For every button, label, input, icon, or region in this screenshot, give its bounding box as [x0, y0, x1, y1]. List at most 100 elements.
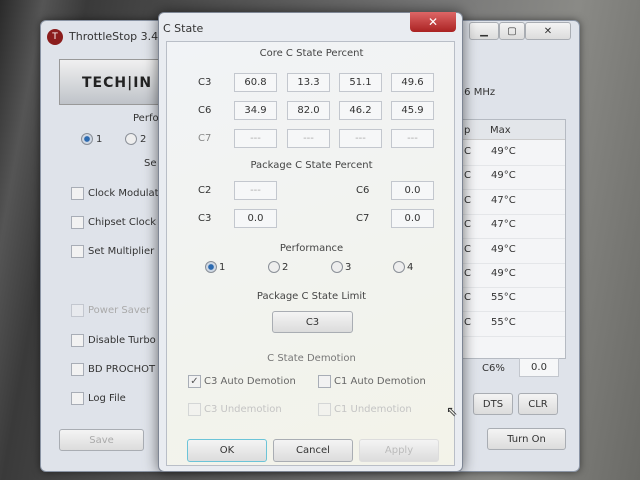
package-limit-heading: Package C State Limit — [256, 291, 367, 302]
max-temp-cell: 55°C — [491, 292, 516, 304]
c6-percent-label: C6% — [482, 363, 505, 374]
core-row-label: C6 — [198, 105, 212, 116]
c3-undemotion-checkbox[interactable] — [188, 403, 201, 416]
window-title: ThrottleStop 3.4 — [69, 30, 159, 43]
package-c6-value: 0.0 — [391, 181, 434, 200]
save-button[interactable]: Save — [59, 429, 144, 451]
cancel-button[interactable]: Cancel — [273, 439, 353, 462]
performance-radio-2[interactable] — [125, 133, 137, 145]
c3-auto-demotion-checkbox[interactable]: ✓ — [188, 375, 201, 388]
checkbox-label: C3 Auto Demotion — [204, 376, 296, 387]
core-c6-cpu2-value: 46.2 — [339, 101, 382, 120]
set-label: Se — [144, 158, 157, 169]
table-row: C 49°C — [462, 264, 565, 288]
column-header: p — [464, 125, 471, 136]
table-row: C 47°C — [462, 215, 565, 240]
package-c2-value: --- — [234, 181, 277, 200]
checkbox-label: Set Multiplier — [88, 246, 155, 257]
core-row-label: C3 — [198, 77, 212, 88]
performance-heading: Performance — [279, 243, 344, 254]
temp-cell: C — [464, 219, 471, 231]
checkbox-label: Clock Modulatio — [88, 188, 168, 199]
log-file-checkbox[interactable] — [71, 392, 84, 405]
c1-undemotion-checkbox[interactable] — [318, 403, 331, 416]
frequency-readout: .6 MHz — [461, 87, 496, 98]
core-c3-cpu3-value: 49.6 — [391, 73, 434, 92]
apply-button[interactable]: Apply — [359, 439, 439, 462]
max-temp-cell: 49°C — [491, 268, 516, 279]
max-temp-cell: 47°C — [491, 194, 516, 206]
performance-radio-1[interactable] — [81, 133, 93, 145]
core-c7-cpu3-value: --- — [391, 129, 434, 148]
radio-label: 1 — [219, 262, 226, 273]
package-c3-value: 0.0 — [234, 209, 277, 228]
dialog-panel: Core C State Percent C3 60.8 13.3 51.1 49.6 C… — [166, 41, 455, 466]
core-c7-cpu1-value: --- — [287, 129, 330, 148]
radio-label: 1 — [96, 134, 103, 145]
power-saver-checkbox[interactable] — [71, 304, 84, 317]
clr-button[interactable]: CLR — [518, 393, 558, 415]
radio-label: 2 — [282, 262, 289, 273]
max-temp-cell: 55°C — [491, 316, 516, 328]
package-c2-label: C2 — [198, 185, 212, 196]
bd-prochot-checkbox[interactable] — [71, 363, 84, 376]
radio-label: 2 — [140, 134, 147, 145]
checkbox-label: C3 Undemotion — [204, 404, 282, 415]
dialog-close-button[interactable]: ✕ — [410, 12, 456, 32]
table-row: C 49°C — [462, 142, 565, 166]
table-header — [462, 120, 565, 140]
set-multiplier-checkbox[interactable] — [71, 245, 84, 258]
table-row: C 49°C — [462, 240, 565, 264]
table-row: C 55°C — [462, 288, 565, 313]
performance-radio-1[interactable] — [205, 261, 217, 273]
package-c-state-heading: Package C State Percent — [250, 160, 373, 171]
close-button[interactable]: ✕ — [525, 22, 571, 40]
package-c7-label: C7 — [356, 213, 370, 224]
checkbox-label: Chipset Clock M — [88, 217, 168, 228]
performance-radio-2[interactable] — [268, 261, 280, 273]
temp-cell: C — [464, 292, 471, 304]
techinferno-logo: TECH|IN — [59, 59, 169, 105]
turn-on-button[interactable]: Turn On — [487, 428, 566, 450]
core-row-label: C7 — [198, 133, 212, 144]
temperature-table: p Max C 49°C C 49°C C 47°C C 47°C C 49°C C 49°C C 55°… — [461, 119, 566, 359]
performance-radio-4[interactable] — [393, 261, 405, 273]
package-c7-value: 0.0 — [391, 209, 434, 228]
package-c3-label: C3 — [198, 213, 212, 224]
core-c7-cpu2-value: --- — [339, 129, 382, 148]
checkbox-label: Disable Turbo — [88, 335, 156, 346]
c1-auto-demotion-checkbox[interactable] — [318, 375, 331, 388]
demotion-heading: C State Demotion — [267, 353, 356, 364]
checkbox-label: C1 Auto Demotion — [334, 376, 426, 387]
disable-turbo-checkbox[interactable] — [71, 334, 84, 347]
checkbox-label: Power Saver — [88, 305, 151, 316]
core-c3-cpu1-value: 13.3 — [287, 73, 330, 92]
chipset-clock-checkbox[interactable] — [71, 216, 84, 229]
temp-cell: C — [464, 146, 471, 157]
table-row: C 55°C — [462, 313, 565, 337]
temp-cell: C — [464, 316, 471, 328]
package-limit-button[interactable]: C3 — [272, 311, 353, 333]
package-c6-label: C6 — [356, 185, 370, 196]
core-c3-cpu0-value: 60.8 — [234, 73, 277, 92]
temp-cell: C — [464, 243, 471, 255]
max-temp-cell: 49°C — [491, 146, 516, 157]
max-temp-cell: 47°C — [491, 219, 516, 231]
ok-button[interactable]: OK — [187, 439, 267, 462]
max-temp-cell: 49°C — [491, 243, 516, 255]
clock-modulation-checkbox[interactable] — [71, 187, 84, 200]
temp-cell: C — [464, 268, 471, 279]
performance-label: Perfo — [133, 113, 159, 124]
table-row: C 49°C — [462, 166, 565, 191]
max-temp-cell: 49°C — [491, 170, 516, 182]
core-c6-cpu0-value: 34.9 — [234, 101, 277, 120]
minimize-button[interactable]: ▁ — [469, 22, 499, 40]
dts-button[interactable]: DTS — [473, 393, 513, 415]
maximize-button[interactable]: ▢ — [499, 22, 525, 40]
c-state-dialog: C State ✕ Core C State Percent C3 60.8 13.… — [158, 12, 463, 472]
core-c3-cpu2-value: 51.1 — [339, 73, 382, 92]
core-c7-cpu0-value: --- — [234, 129, 277, 148]
column-header-max: Max — [490, 125, 511, 136]
core-c6-cpu1-value: 82.0 — [287, 101, 330, 120]
performance-radio-3[interactable] — [331, 261, 343, 273]
